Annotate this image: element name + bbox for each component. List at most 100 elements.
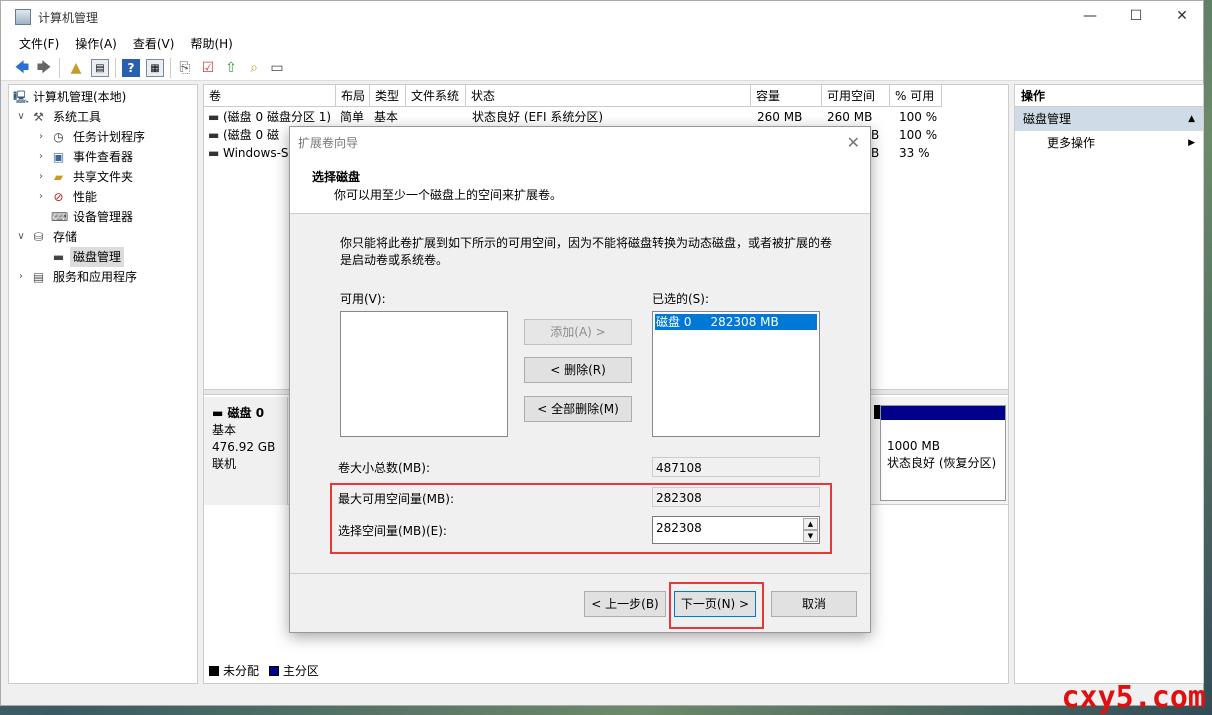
tree-item-storage[interactable]: ∨ ⛁ 存储 — [9, 227, 197, 247]
chevron-right-icon[interactable]: › — [15, 267, 27, 287]
chevron-right-icon[interactable]: › — [35, 127, 47, 147]
chevron-down-icon[interactable]: ∨ — [15, 107, 27, 127]
services-icon: ▤ — [32, 270, 45, 284]
partition-status: 状态良好 (恢复分区) — [887, 456, 997, 470]
tree-label: 事件查看器 — [73, 150, 134, 164]
volume-free-space: 260 MB — [827, 110, 873, 124]
volume-percent-free: 100 % — [899, 128, 938, 142]
more-actions-label: 更多操作 — [1047, 136, 1096, 150]
volume-icon: ▬ — [208, 128, 220, 142]
column-header-status[interactable]: 状态 — [466, 85, 751, 107]
dialog-footer: < 上一步(B) 下一页(N) > 取消 — [290, 573, 870, 634]
actions-section-disk-management[interactable]: 磁盘管理 ▲ — [1015, 107, 1203, 131]
add-button[interactable]: 添加(A) > — [524, 319, 632, 345]
storage-icon: ⛁ — [33, 230, 44, 244]
window-title: 计算机管理 — [38, 11, 99, 25]
computer-management-icon — [15, 9, 31, 25]
description-line: 是启动卷或系统卷。 — [340, 253, 449, 267]
search-icon[interactable]: ⌕ — [245, 59, 263, 77]
volume-layout: 简单 — [340, 110, 365, 124]
disk-icon: ▬ — [212, 406, 228, 420]
tree-label: 设备管理器 — [73, 210, 134, 224]
chevron-right-icon[interactable]: › — [35, 147, 47, 167]
tree-item-shared-folders[interactable]: › ▰ 共享文件夹 — [9, 167, 197, 187]
selected-disk-item[interactable]: 磁盘 0 282308 MB — [655, 314, 817, 330]
available-disks-list[interactable] — [340, 311, 508, 437]
disk-type: 基本 — [212, 423, 237, 437]
column-header-type[interactable]: 类型 — [370, 85, 406, 107]
connect-icon[interactable]: ⎘ — [176, 59, 194, 77]
volume-percent-free: 33 % — [899, 146, 930, 160]
tree-label: 服务和应用程序 — [53, 270, 138, 284]
table-row[interactable]: ▬ (磁盘 0 磁盘分区 1) 简单 基本 状态良好 (EFI 系统分区) 26… — [204, 108, 1010, 126]
partition-bar-primary — [881, 406, 1005, 420]
tree-item-performance[interactable]: › ⊘ 性能 — [9, 187, 197, 207]
extend-volume-wizard: 扩展卷向导 ✕ 选择磁盘 你可以用至少一个磁盘上的空间来扩展卷。 你只能将此卷扩… — [289, 126, 871, 633]
column-header-capacity[interactable]: 容量 — [751, 85, 822, 107]
up-folder-icon[interactable]: ▲ — [67, 59, 85, 77]
performance-icon: ⊘ — [53, 190, 64, 204]
cancel-button[interactable]: 取消 — [771, 591, 857, 617]
disk-0-info[interactable]: ▬ 磁盘 0 基本 476.92 GB 联机 — [204, 397, 288, 505]
chevron-down-icon[interactable]: ∨ — [15, 227, 27, 247]
menu-file[interactable]: 文件(F) — [11, 33, 67, 53]
menu-action[interactable]: 操作(A) — [67, 33, 125, 53]
legend-swatch-primary — [268, 666, 279, 676]
device-manager-icon: ⌨ — [51, 210, 69, 224]
console-icon[interactable]: ▭ — [268, 59, 286, 77]
legend-label-primary: 主分区 — [282, 664, 319, 678]
tree-item-task-scheduler[interactable]: › ◷ 任务计划程序 — [9, 127, 197, 147]
check-icon[interactable]: ☑ — [199, 59, 217, 77]
close-button[interactable]: ✕ — [1159, 1, 1205, 31]
disk-status: 联机 — [212, 457, 237, 471]
legend: 未分配 主分区 — [209, 663, 319, 679]
chevron-right-icon: ▶ — [1188, 138, 1195, 148]
remove-button[interactable]: < 删除(R) — [524, 357, 632, 383]
chevron-right-icon[interactable]: › — [35, 187, 47, 207]
title-bar[interactable]: 计算机管理 — ☐ ✕ — [1, 1, 1203, 33]
upload-icon[interactable]: ⇧ — [222, 59, 240, 77]
clock-icon: ◷ — [53, 130, 64, 144]
tree-label: 共享文件夹 — [73, 170, 134, 184]
column-header-volume[interactable]: 卷 — [204, 85, 336, 107]
tree-item-system-tools[interactable]: ∨ ⚒ 系统工具 — [9, 107, 197, 127]
volume-percent-free: 100 % — [899, 110, 938, 124]
remove-all-button[interactable]: < 全部删除(M) — [524, 396, 632, 422]
help-icon[interactable]: ? — [122, 59, 140, 77]
shared-folder-icon: ▰ — [53, 170, 64, 184]
actions-pane: 操作 磁盘管理 ▲ 更多操作 ▶ — [1014, 84, 1204, 684]
menu-view[interactable]: 查看(V) — [125, 33, 183, 53]
column-header-layout[interactable]: 布局 — [336, 85, 370, 107]
column-header-filesystem[interactable]: 文件系统 — [406, 85, 466, 107]
back-button[interactable]: < 上一步(B) — [584, 591, 666, 617]
volume-free-space: B — [871, 146, 880, 160]
show-hide-tree-icon[interactable]: ▤ — [91, 59, 109, 77]
selected-disks-list[interactable]: 磁盘 0 282308 MB — [652, 311, 820, 437]
tree-item-services-apps[interactable]: › ▤ 服务和应用程序 — [9, 267, 197, 287]
highlight-box — [330, 483, 832, 554]
back-arrow-icon[interactable]: 🡄 — [13, 59, 31, 77]
close-icon[interactable]: ✕ — [847, 127, 860, 159]
description-line: 你只能将此卷扩展到如下所示的可用空间，因为不能将磁盘转换为动态磁盘，或者被扩展的… — [340, 236, 833, 250]
properties-icon[interactable]: ▦ — [146, 59, 164, 77]
column-header-percent-free[interactable]: % 可用 — [890, 85, 942, 107]
tree-label: 存储 — [53, 230, 78, 244]
chevron-right-icon[interactable]: › — [35, 167, 47, 187]
dialog-title-bar[interactable]: 扩展卷向导 ✕ — [290, 127, 870, 159]
more-actions-item[interactable]: 更多操作 ▶ — [1015, 131, 1203, 155]
dialog-header: 选择磁盘 你可以用至少一个磁盘上的空间来扩展卷。 — [290, 159, 870, 214]
column-header-free-space[interactable]: 可用空间 — [822, 85, 890, 107]
tree-item-event-viewer[interactable]: › ▣ 事件查看器 — [9, 147, 197, 167]
tree-label: 磁盘管理 — [70, 247, 125, 267]
collapse-up-icon[interactable]: ▲ — [1188, 107, 1195, 131]
tree-label: 性能 — [73, 190, 98, 204]
menu-help[interactable]: 帮助(H) — [182, 33, 240, 53]
forward-arrow-icon[interactable]: 🡆 — [35, 59, 53, 77]
toolbar-separator — [59, 58, 60, 78]
tree-item-root[interactable]: 🖳 计算机管理(本地) — [9, 87, 197, 107]
tree-item-device-manager[interactable]: ⌨ 设备管理器 — [9, 207, 197, 227]
minimize-button[interactable]: — — [1067, 1, 1113, 31]
maximize-button[interactable]: ☐ — [1113, 1, 1159, 31]
tree-item-disk-management[interactable]: ▬ 磁盘管理 — [9, 247, 197, 267]
recovery-partition[interactable]: 1000 MB 状态良好 (恢复分区) — [880, 405, 1006, 501]
